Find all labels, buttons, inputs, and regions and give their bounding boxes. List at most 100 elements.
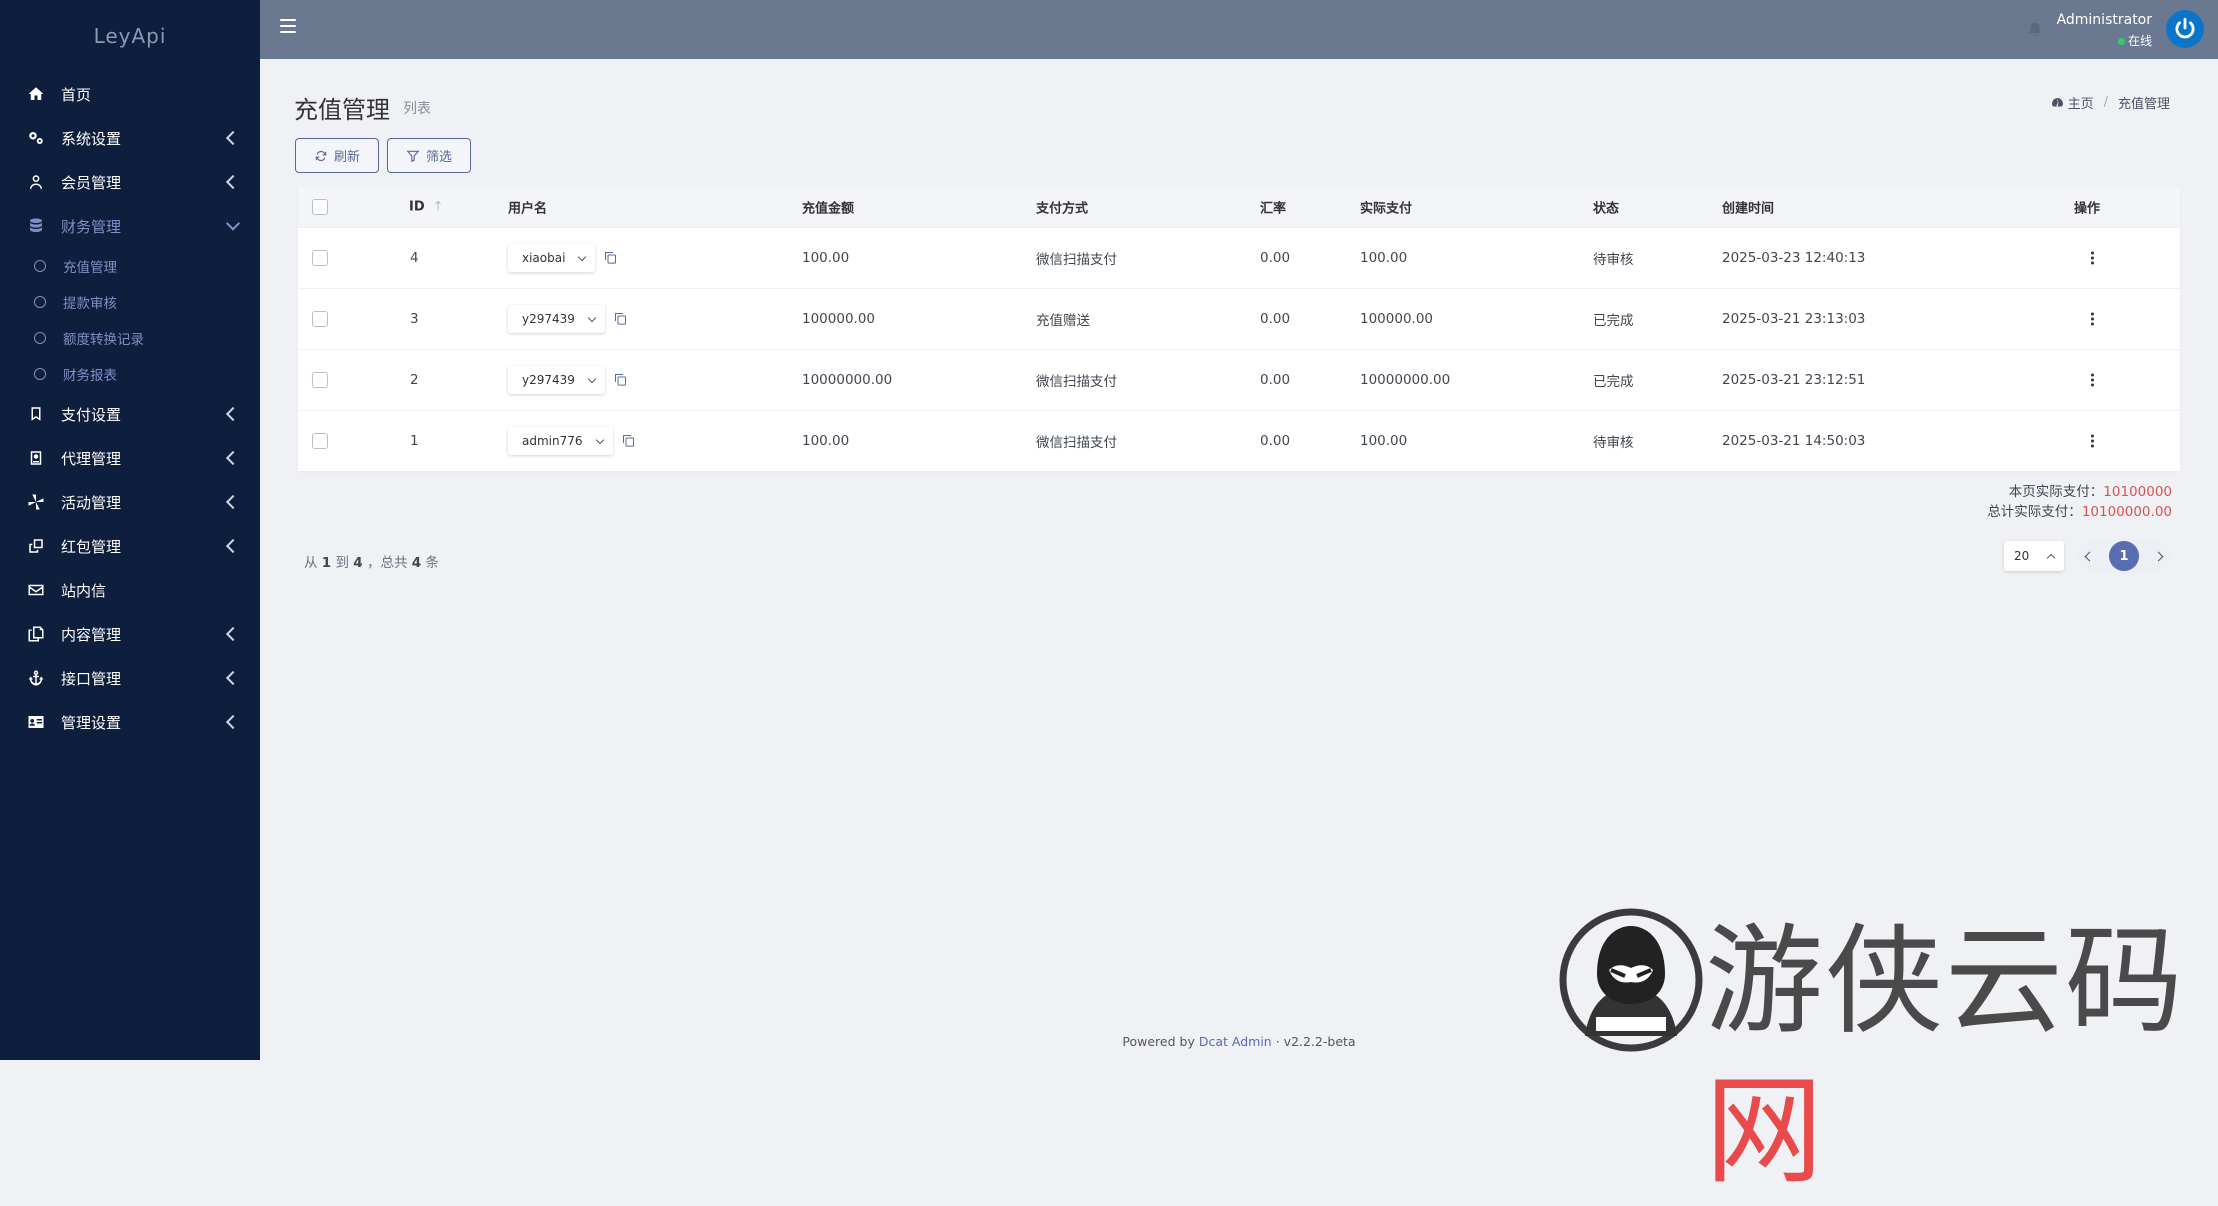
sidebar-item-red-packets[interactable]: 红包管理: [0, 524, 260, 568]
sidebar-item-members[interactable]: 会员管理: [0, 160, 260, 204]
username-dropdown[interactable]: y297439: [508, 305, 605, 333]
cell-status: 已完成: [1593, 374, 1634, 390]
dashboard-icon: [2051, 98, 2063, 107]
sidebar-item-payment-settings[interactable]: 支付设置: [0, 392, 260, 436]
refresh-button[interactable]: 刷新: [295, 138, 379, 173]
sidebar-item-label: 会员管理: [61, 173, 122, 192]
filter-label: 筛选: [425, 150, 452, 165]
page-total-line: 本页实际支付：10100000: [2008, 484, 2172, 500]
cell-id: 2: [410, 372, 419, 388]
menu-toggle-icon[interactable]: [280, 19, 296, 33]
sidebar-item-label: 系统设置: [61, 129, 122, 148]
page-subtitle: 列表: [403, 101, 431, 117]
more-actions-icon[interactable]: [2091, 433, 2095, 450]
page-total-value: 10100000: [2103, 484, 2172, 500]
cell-created: 2025-03-21 23:12:51: [1722, 372, 1866, 388]
recharge-table: ID ↑ 用户名 充值金额 支付方式 汇率 实际支付 状态 创建时间 操作 4 x…: [298, 187, 2180, 471]
username-dropdown[interactable]: xiaobai: [508, 244, 596, 272]
username-dropdown[interactable]: admin776: [508, 427, 613, 455]
chevron-down-icon: [587, 313, 597, 322]
copy-icon[interactable]: [621, 433, 637, 449]
select-all-checkbox[interactable]: [312, 199, 328, 215]
sidebar-subitem-withdraw-review[interactable]: 提款审核: [0, 284, 260, 320]
sidebar-item-label: 代理管理: [61, 449, 122, 468]
more-actions-icon[interactable]: [2091, 250, 2095, 267]
cell-paid: 100000.00: [1360, 311, 1434, 327]
filter-button[interactable]: 筛选: [387, 138, 471, 173]
sidebar-subitem-transfer-records[interactable]: 额度转换记录: [0, 320, 260, 356]
copy-icon[interactable]: [613, 372, 629, 388]
avatar[interactable]: [2166, 10, 2204, 48]
sidebar-item-api[interactable]: 接口管理: [0, 656, 260, 700]
chevron-down-icon: [595, 435, 604, 444]
user-status: 在线: [2117, 32, 2152, 49]
sidebar-item-home[interactable]: 首页: [0, 72, 260, 116]
chevron-down-icon: [225, 216, 241, 231]
next-page-icon[interactable]: [2153, 551, 2164, 561]
cell-created: 2025-03-21 23:13:03: [1722, 311, 1866, 327]
user-status-label: 在线: [2127, 34, 2152, 48]
cell-rate: 0.00: [1260, 433, 1291, 449]
sidebar-item-label: 活动管理: [61, 493, 122, 512]
refresh-icon: [315, 150, 327, 161]
id-card-icon: [26, 712, 46, 732]
refresh-label: 刷新: [333, 150, 360, 165]
cell-paid: 10000000.00: [1360, 372, 1451, 388]
chevron-down-icon: [578, 252, 587, 261]
sidebar-item-label: 财务管理: [61, 217, 122, 236]
sidebar-item-admin-settings[interactable]: 管理设置: [0, 700, 260, 744]
column-amount: 充值金额: [802, 201, 855, 217]
bookmark-icon: [26, 404, 46, 424]
sidebar-item-content[interactable]: 内容管理: [0, 612, 260, 656]
row-checkbox[interactable]: [312, 250, 328, 266]
username-dropdown[interactable]: y297439: [508, 366, 605, 394]
watermark-text: 游侠云码网: [1705, 912, 2186, 1200]
page-button-current[interactable]: 1: [2109, 541, 2139, 571]
anchor-icon: [26, 668, 46, 688]
home-icon: [26, 84, 46, 104]
finance-submenu: 充值管理 提款审核 额度转换记录 财务报表: [0, 248, 260, 392]
more-actions-icon[interactable]: [2091, 311, 2095, 328]
prev-page-icon[interactable]: [2084, 551, 2095, 561]
brand-logo[interactable]: LeyApi: [0, 0, 260, 72]
copy-icon[interactable]: [613, 311, 629, 327]
copy-icon[interactable]: [603, 250, 619, 266]
clone-icon: [26, 536, 46, 556]
row-checkbox[interactable]: [312, 433, 328, 449]
sidebar-subitem-recharge[interactable]: 充值管理: [0, 248, 260, 284]
breadcrumb-separator: /: [2103, 95, 2108, 110]
bell-icon[interactable]: [2026, 20, 2044, 40]
sidebar-subitem-label: 提款审核: [63, 296, 117, 312]
row-checkbox[interactable]: [312, 372, 328, 388]
column-id[interactable]: ID ↑: [409, 200, 444, 215]
sidebar-menu: 首页 系统设置 会员管理 财务管理 充值管理 提款审核 额度转换记录 财务报表 …: [0, 72, 260, 744]
sidebar-item-agents[interactable]: 代理管理: [0, 436, 260, 480]
cell-username: y297439: [508, 366, 629, 394]
sidebar-item-activities[interactable]: 活动管理: [0, 480, 260, 524]
row-checkbox[interactable]: [312, 311, 328, 327]
chevron-left-icon: [225, 494, 241, 510]
column-created: 创建时间: [1722, 201, 1775, 217]
chevron-left-icon: [225, 538, 241, 554]
cell-rate: 0.00: [1260, 250, 1291, 266]
sidebar-item-messages[interactable]: 站内信: [0, 568, 260, 612]
circle-icon: [34, 260, 46, 272]
breadcrumb-current: 充值管理: [2117, 97, 2170, 112]
sidebar-item-finance[interactable]: 财务管理: [0, 204, 260, 248]
more-actions-icon[interactable]: [2091, 372, 2095, 389]
database-icon: [26, 216, 46, 236]
sidebar-item-label: 红包管理: [61, 537, 122, 556]
sort-up-icon[interactable]: ↑: [433, 200, 444, 215]
sidebar-subitem-finance-report[interactable]: 财务报表: [0, 356, 260, 392]
breadcrumb-home[interactable]: 主页: [2068, 93, 2094, 112]
cell-method: 微信扫描支付: [1036, 374, 1117, 390]
dcat-admin-link[interactable]: Dcat Admin: [1199, 1034, 1272, 1049]
column-status: 状态: [1593, 201, 1620, 217]
cell-status: 待审核: [1593, 435, 1634, 451]
per-page-select[interactable]: 20: [2004, 541, 2064, 571]
cell-rate: 0.00: [1260, 372, 1291, 388]
sidebar-item-system-settings[interactable]: 系统设置: [0, 116, 260, 160]
cell-amount: 100.00: [802, 250, 850, 266]
cell-created: 2025-03-23 12:40:13: [1722, 250, 1866, 266]
user-name[interactable]: Administrator: [2057, 12, 2152, 28]
